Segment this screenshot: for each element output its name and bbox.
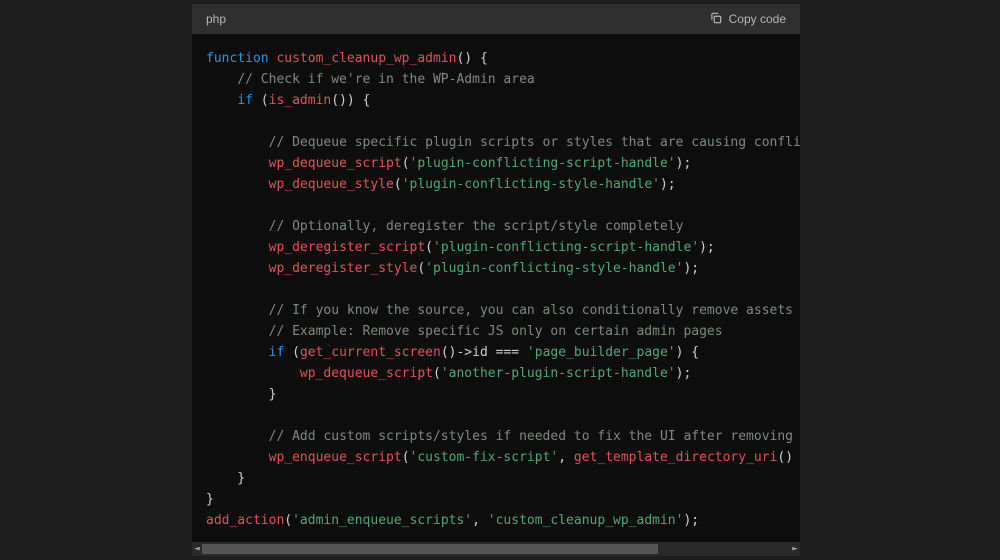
code-text: function custom_cleanup_wp_admin() { // … (206, 48, 786, 531)
code-block: php Copy code function custom_cleanup_wp… (192, 4, 800, 556)
scroll-left-arrow[interactable]: ◄ (192, 542, 202, 556)
code-header: php Copy code (192, 4, 800, 34)
copy-code-button[interactable]: Copy code (709, 11, 786, 28)
horizontal-scrollbar[interactable]: ◄ ► (192, 542, 800, 556)
scrollbar-thumb[interactable] (202, 544, 658, 554)
copy-code-label: Copy code (729, 12, 786, 26)
language-label: php (206, 12, 226, 26)
scroll-right-arrow[interactable]: ► (790, 542, 800, 556)
code-content[interactable]: function custom_cleanup_wp_admin() { // … (192, 34, 800, 542)
copy-icon (709, 11, 723, 28)
